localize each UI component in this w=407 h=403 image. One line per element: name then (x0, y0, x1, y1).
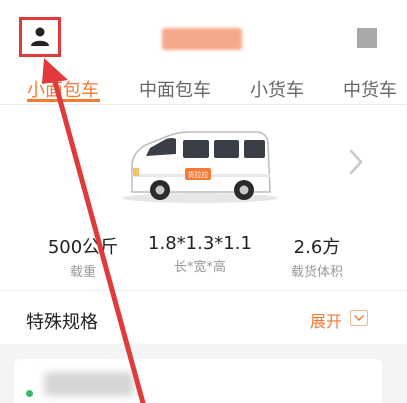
active-tab-indicator (27, 99, 100, 102)
blurred-header-action[interactable] (357, 28, 377, 48)
user-icon (31, 27, 49, 46)
profile-button[interactable] (19, 17, 61, 57)
chevron-right-icon[interactable] (347, 148, 365, 176)
vehicle-image-area: 货拉拉 (0, 106, 407, 224)
spec-volume: 2.6方 载货体积 (282, 233, 352, 280)
spec-value: 500公斤 (47, 237, 119, 258)
special-specs-row: 特殊规格 展开 (0, 296, 407, 342)
chevron-down-icon[interactable] (350, 310, 368, 326)
spec-label: 载重 (69, 265, 96, 280)
expand-button[interactable]: 展开 (310, 308, 342, 332)
spec-load: 500公斤 载重 (46, 233, 120, 280)
van-logo-badge: 货拉拉 (188, 170, 209, 179)
special-specs-label: 特殊规格 (26, 312, 98, 333)
spec-value: 1.8*1.3*1.1 (148, 233, 252, 254)
van-image: 货拉拉 (122, 131, 278, 203)
vehicle-specs: 500公斤 载重 1.8*1.3*1.1 长*宽*高 2.6方 载货体积 (0, 233, 407, 283)
start-point-dot (26, 390, 33, 397)
blurred-start-address[interactable] (44, 372, 134, 396)
spec-dimensions: 1.8*1.3*1.1 长*宽*高 (147, 233, 253, 275)
spec-value: 2.6方 (293, 237, 341, 258)
spec-label: 长*宽*高 (173, 260, 226, 275)
tab-medium-van[interactable]: 中面包车 (139, 76, 211, 102)
tab-medium-truck[interactable]: 中货车 (343, 76, 397, 102)
spec-label: 载货体积 (290, 265, 343, 280)
top-bar (0, 0, 407, 68)
blurred-title (162, 28, 242, 50)
tab-small-truck[interactable]: 小货车 (250, 76, 304, 102)
divider (0, 290, 407, 291)
